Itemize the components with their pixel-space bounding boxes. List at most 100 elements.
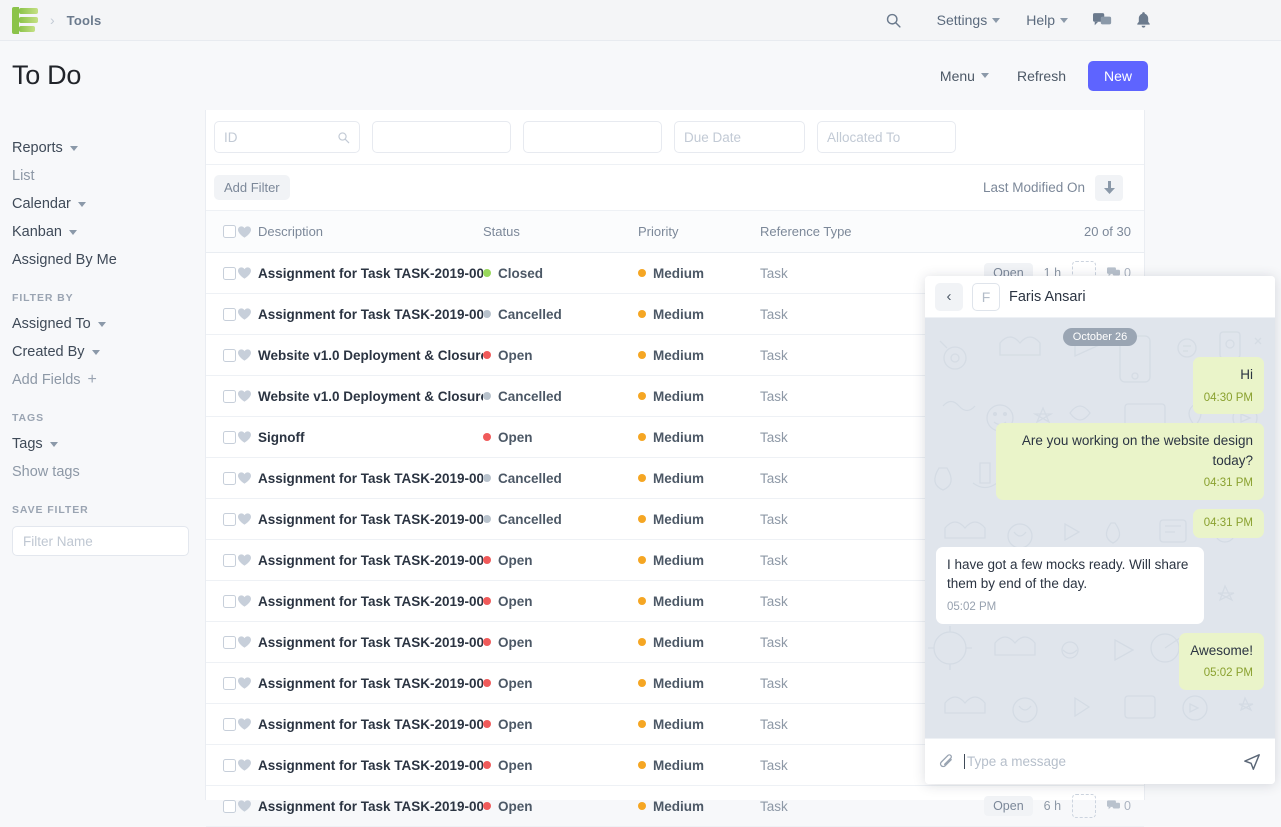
bell-icon[interactable]	[1124, 12, 1163, 29]
chat-bubble-icon[interactable]	[1081, 12, 1124, 29]
heart-icon[interactable]	[238, 595, 258, 607]
row-checkbox[interactable]	[206, 308, 238, 321]
sidebar-item-created-by[interactable]: Created By	[12, 338, 193, 366]
row-checkbox[interactable]	[206, 513, 238, 526]
row-description[interactable]: Assignment for Task TASK-2019-00	[258, 799, 483, 814]
assignee-avatar-placeholder[interactable]	[1072, 794, 1096, 818]
table-row[interactable]: Assignment for Task TASK-2019-00OpenMedi…	[206, 786, 1144, 827]
menu-dropdown[interactable]: Menu	[926, 68, 1003, 84]
row-description[interactable]: Assignment for Task TASK-2019-00	[258, 594, 483, 609]
row-checkbox[interactable]	[206, 390, 238, 403]
search-icon[interactable]	[864, 12, 924, 29]
select-all-checkbox[interactable]	[206, 225, 238, 238]
sidebar-item-list[interactable]: List	[12, 162, 193, 190]
row-description[interactable]: Assignment for Task TASK-2019-00	[258, 635, 483, 650]
filter-field2-box[interactable]	[372, 121, 511, 153]
row-checkbox[interactable]	[206, 636, 238, 649]
heart-icon[interactable]	[238, 431, 258, 443]
add-filter-button[interactable]: Add Filter	[214, 175, 290, 200]
row-reference-type: Task	[760, 348, 950, 363]
filter-allocated-to-box[interactable]	[817, 121, 956, 153]
sidebar-item-kanban[interactable]: Kanban	[12, 218, 193, 246]
sidebar-item-reports[interactable]: Reports	[12, 134, 193, 162]
heart-icon[interactable]	[238, 390, 258, 402]
chat-message-list[interactable]: October 26 Hi04:30 PMAre you working on …	[925, 318, 1275, 738]
heart-icon[interactable]	[238, 759, 258, 771]
send-icon[interactable]	[1243, 753, 1261, 771]
sort-field-label[interactable]: Last Modified On	[983, 180, 1085, 195]
row-priority: Medium	[638, 266, 760, 281]
row-description[interactable]: Assignment for Task TASK-2019-00	[258, 307, 483, 322]
filter-field3-box[interactable]	[523, 121, 662, 153]
heart-icon[interactable]	[238, 472, 258, 484]
sort-direction-button[interactable]	[1095, 175, 1123, 201]
chat-message-text: Hi	[1204, 365, 1253, 385]
help-menu[interactable]: Help	[1013, 12, 1081, 28]
filter-field2-input[interactable]	[382, 130, 501, 145]
filter-name-input[interactable]	[12, 526, 189, 556]
paperclip-icon[interactable]	[939, 754, 954, 770]
row-checkbox[interactable]	[206, 718, 238, 731]
row-description[interactable]: Assignment for Task TASK-2019-00	[258, 512, 483, 527]
chevron-left-icon[interactable]: ‹	[935, 283, 963, 311]
row-checkbox[interactable]	[206, 759, 238, 772]
column-header-priority[interactable]: Priority	[638, 224, 760, 239]
row-priority: Medium	[638, 635, 760, 650]
row-checkbox[interactable]	[206, 431, 238, 444]
filter-due-date-box[interactable]	[674, 121, 805, 153]
heart-icon[interactable]	[238, 513, 258, 525]
row-description[interactable]: Assignment for Task TASK-2019-00	[258, 266, 483, 281]
row-description[interactable]: Website v1.0 Deployment & Closure	[258, 348, 483, 363]
row-description[interactable]: Assignment for Task TASK-2019-00	[258, 758, 483, 773]
row-description[interactable]: Assignment for Task TASK-2019-00	[258, 676, 483, 691]
sidebar-item-add-fields[interactable]: Add Fields +	[12, 366, 193, 394]
filter-field3-input[interactable]	[533, 130, 652, 145]
comment-count[interactable]: 0	[1107, 799, 1131, 813]
filter-allocated-to-input[interactable]	[827, 130, 946, 145]
column-header-status[interactable]: Status	[483, 224, 638, 239]
row-description[interactable]: Website v1.0 Deployment & Closure	[258, 389, 483, 404]
refresh-button[interactable]: Refresh	[1003, 68, 1080, 84]
heart-icon[interactable]	[238, 308, 258, 320]
heart-icon[interactable]	[238, 267, 258, 279]
heart-icon[interactable]	[238, 718, 258, 730]
filter-id-box[interactable]	[214, 121, 360, 153]
filter-id-input[interactable]	[224, 130, 337, 145]
status-badge[interactable]: Open	[984, 796, 1033, 816]
heart-icon[interactable]	[238, 554, 258, 566]
row-checkbox[interactable]	[206, 267, 238, 280]
row-checkbox[interactable]	[206, 677, 238, 690]
sidebar-item-label: Show tags	[12, 464, 80, 480]
row-description[interactable]: Assignment for Task TASK-2019-00	[258, 553, 483, 568]
row-description[interactable]: Assignment for Task TASK-2019-00	[258, 471, 483, 486]
sidebar-item-show-tags[interactable]: Show tags	[12, 458, 193, 486]
new-button[interactable]: New	[1088, 61, 1148, 91]
heart-icon[interactable]	[238, 800, 258, 812]
column-header-reference-type[interactable]: Reference Type	[760, 224, 950, 239]
row-checkbox[interactable]	[206, 800, 238, 813]
row-status: Open	[483, 676, 638, 691]
row-description[interactable]: Assignment for Task TASK-2019-00	[258, 717, 483, 732]
row-checkbox[interactable]	[206, 554, 238, 567]
settings-menu[interactable]: Settings	[924, 12, 1014, 28]
sidebar-item-label: Calendar	[12, 196, 71, 212]
sidebar-item-tags[interactable]: Tags	[12, 430, 193, 458]
heart-icon[interactable]	[238, 677, 258, 689]
plus-icon: +	[88, 372, 97, 388]
sidebar-item-calendar[interactable]: Calendar	[12, 190, 193, 218]
heart-icon[interactable]	[238, 349, 258, 361]
chat-message-input[interactable]	[967, 754, 1233, 769]
filter-due-date-input[interactable]	[684, 130, 795, 145]
row-checkbox[interactable]	[206, 349, 238, 362]
heart-icon[interactable]	[238, 636, 258, 648]
column-header-description[interactable]: Description	[258, 224, 483, 239]
erpnext-logo-icon[interactable]	[12, 7, 38, 34]
row-priority: Medium	[638, 389, 760, 404]
row-checkbox[interactable]	[206, 472, 238, 485]
sidebar-item-assigned-to[interactable]: Assigned To	[12, 310, 193, 338]
sidebar-item-assigned-by-me[interactable]: Assigned By Me	[12, 246, 193, 274]
row-description[interactable]: Signoff	[258, 430, 483, 445]
breadcrumb-tools[interactable]: Tools	[67, 13, 102, 28]
row-checkbox[interactable]	[206, 595, 238, 608]
row-status: Open	[483, 635, 638, 650]
